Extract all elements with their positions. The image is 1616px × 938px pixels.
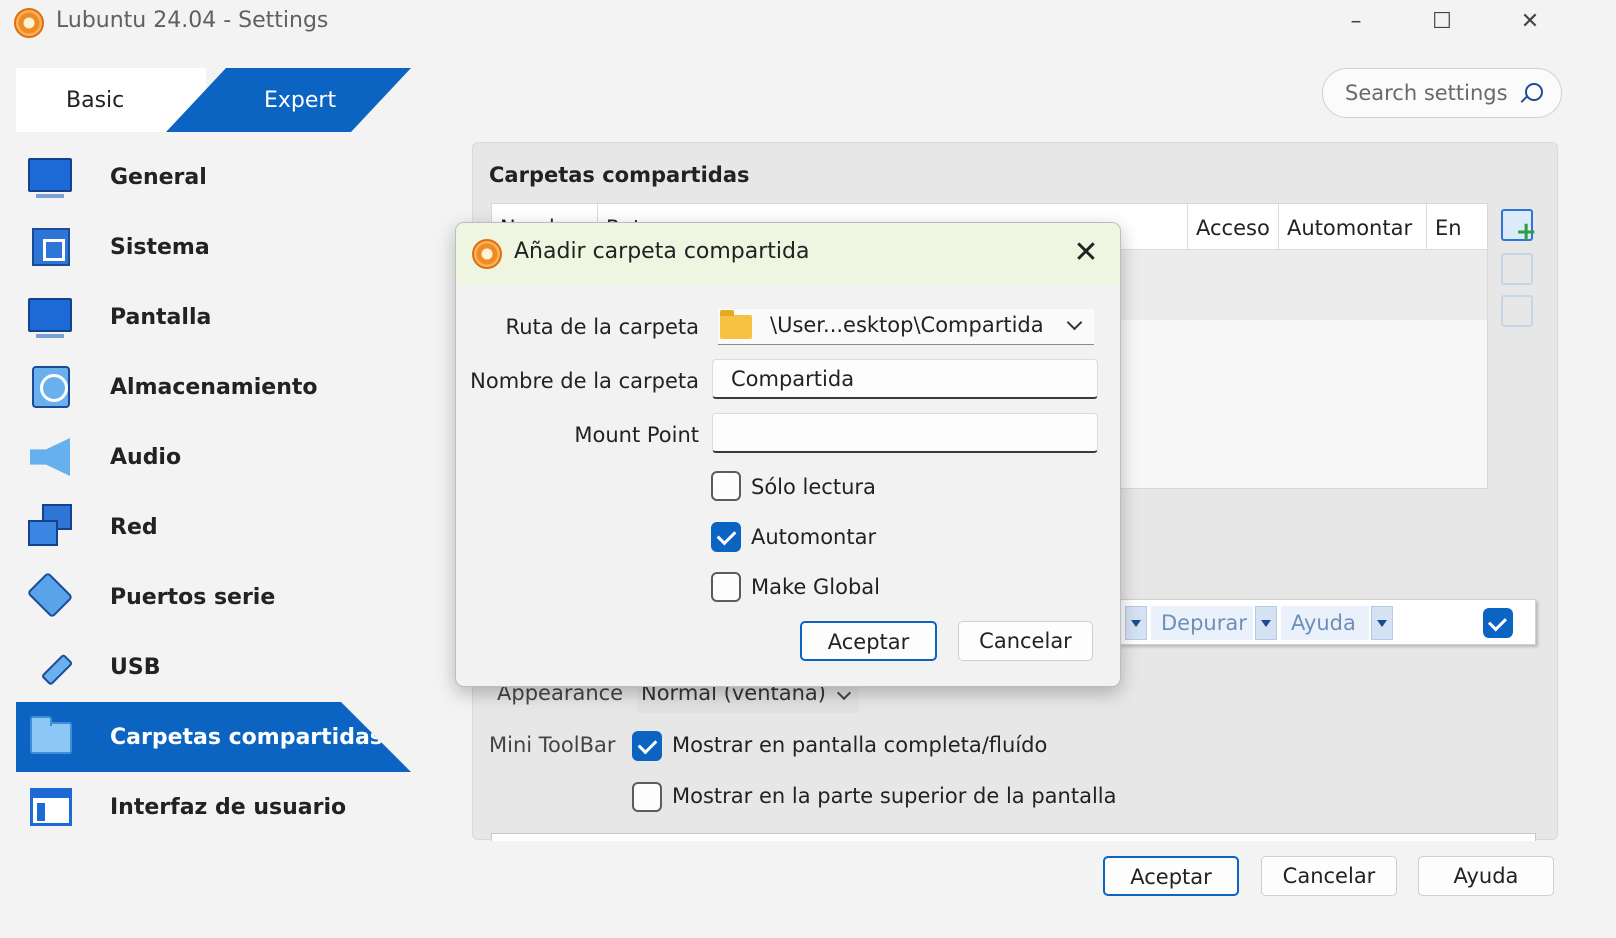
sidebar-item-label: Sistema xyxy=(110,234,210,260)
dialog-ok-button[interactable]: Aceptar xyxy=(800,621,937,661)
chevron-down-icon xyxy=(1066,314,1083,331)
minitoolbar-top-checkbox[interactable] xyxy=(632,782,662,812)
display-icon xyxy=(28,294,74,340)
help-button[interactable]: Ayuda xyxy=(1418,856,1554,896)
storage-icon xyxy=(28,364,74,410)
sidebar-item-red[interactable]: Red xyxy=(16,492,411,562)
app-icon xyxy=(472,239,502,269)
sidebar-item-audio[interactable]: Audio xyxy=(16,422,411,492)
folder-icon xyxy=(720,310,752,339)
dialog-close-button[interactable]: ✕ xyxy=(1066,235,1106,271)
sidebar-item-pantalla[interactable]: Pantalla xyxy=(16,282,411,352)
readonly-label: Sólo lectura xyxy=(751,475,876,499)
column-header-en[interactable]: En xyxy=(1426,204,1489,250)
remove-folder-button[interactable] xyxy=(1501,295,1533,327)
serial-port-icon xyxy=(26,571,74,620)
mode-tabs: Basic Expert xyxy=(16,68,411,132)
cancel-button[interactable]: Cancelar xyxy=(1261,856,1397,896)
sidebar-item-label: Carpetas compartidas xyxy=(110,724,383,750)
minitoolbar-top-label: Mostrar en la parte superior de la panta… xyxy=(672,784,1117,808)
shared-folder-icon xyxy=(28,714,74,760)
sidebar-item-label: General xyxy=(110,164,207,190)
ok-button[interactable]: Aceptar xyxy=(1103,856,1239,896)
sidebar-item-label: Red xyxy=(110,514,158,540)
minimize-button[interactable]: – xyxy=(1336,6,1376,38)
dialog-title: Añadir carpeta compartida xyxy=(514,239,810,264)
status-item-dropdown[interactable] xyxy=(1255,606,1277,640)
status-item-ayuda[interactable]: Ayuda xyxy=(1281,606,1369,640)
status-item-dropdown[interactable] xyxy=(1371,606,1393,640)
sidebar-item-label: Puertos serie xyxy=(110,584,276,610)
search-placeholder: Search settings xyxy=(1345,81,1508,105)
usb-icon xyxy=(28,644,74,690)
search-settings-input[interactable]: Search settings xyxy=(1322,68,1562,118)
title-bar: Lubuntu 24.04 - Settings – ☐ ✕ xyxy=(0,0,1616,44)
minitoolbar-label: Mini ToolBar xyxy=(489,733,616,757)
status-bar-enabled-checkbox[interactable] xyxy=(1483,608,1513,638)
shared-folders-title: Carpetas compartidas xyxy=(489,163,750,187)
status-item-depurar[interactable]: Depurar xyxy=(1151,606,1253,640)
settings-sidebar: General Sistema Pantalla Almacenamiento … xyxy=(16,142,411,842)
sidebar-item-carpetas-compartidas[interactable]: Carpetas compartidas xyxy=(16,702,411,772)
sidebar-item-label: Almacenamiento xyxy=(110,374,318,400)
status-bar-preview: Depurar Ayuda xyxy=(1118,599,1536,645)
folder-name-input[interactable] xyxy=(712,359,1098,399)
minitoolbar-fullscreen-checkbox[interactable] xyxy=(632,731,662,761)
sidebar-item-usb[interactable]: USB xyxy=(16,632,411,702)
maximize-button[interactable]: ☐ xyxy=(1422,6,1462,38)
close-window-button[interactable]: ✕ xyxy=(1510,6,1550,38)
edit-folder-button[interactable] xyxy=(1501,253,1533,285)
folder-path-label: Ruta de la carpeta xyxy=(505,315,699,339)
network-icon xyxy=(28,504,74,550)
mount-point-input[interactable] xyxy=(712,413,1098,453)
readonly-checkbox[interactable] xyxy=(711,471,741,501)
panel-bottom-edge xyxy=(491,833,1536,841)
sidebar-item-label: USB xyxy=(110,654,161,680)
sidebar-item-label: Interfaz de usuario xyxy=(110,794,347,820)
make-global-label: Make Global xyxy=(751,575,880,599)
automount-checkbox[interactable] xyxy=(711,522,741,552)
search-icon xyxy=(1525,83,1543,101)
sidebar-item-almacenamiento[interactable]: Almacenamiento xyxy=(16,352,411,422)
sidebar-item-puertos-serie[interactable]: Puertos serie xyxy=(16,562,411,632)
status-item-dropdown[interactable] xyxy=(1125,606,1147,640)
monitor-icon xyxy=(28,154,74,200)
app-icon xyxy=(14,8,44,38)
minitoolbar-fullscreen-label: Mostrar en pantalla completa/fluído xyxy=(672,733,1048,757)
speaker-icon xyxy=(28,434,74,480)
chip-icon xyxy=(28,224,74,270)
sidebar-item-interfaz-de-usuario[interactable]: Interfaz de usuario xyxy=(16,772,411,842)
window-icon xyxy=(28,784,74,830)
window-title: Lubuntu 24.04 - Settings xyxy=(56,8,329,33)
sidebar-item-sistema[interactable]: Sistema xyxy=(16,212,411,282)
automount-label: Automontar xyxy=(751,525,877,549)
column-header-acceso[interactable]: Acceso xyxy=(1187,204,1278,250)
dialog-title-bar: Añadir carpeta compartida ✕ xyxy=(456,223,1120,285)
mount-point-label: Mount Point xyxy=(574,423,699,447)
folder-path-value: \User...esktop\Compartida xyxy=(770,313,1044,337)
add-shared-folder-dialog: Añadir carpeta compartida ✕ Ruta de la c… xyxy=(455,222,1121,687)
dialog-cancel-button[interactable]: Cancelar xyxy=(958,621,1093,661)
make-global-checkbox[interactable] xyxy=(711,572,741,602)
folder-name-label: Nombre de la carpeta xyxy=(470,369,699,393)
sidebar-item-label: Pantalla xyxy=(110,304,212,330)
column-header-automontar[interactable]: Automontar xyxy=(1278,204,1426,250)
sidebar-item-general[interactable]: General xyxy=(16,142,411,212)
sidebar-item-label: Audio xyxy=(110,444,182,470)
add-folder-button[interactable] xyxy=(1501,209,1537,247)
chevron-down-icon xyxy=(836,685,852,701)
folder-path-select[interactable]: \User...esktop\Compartida xyxy=(718,309,1094,345)
